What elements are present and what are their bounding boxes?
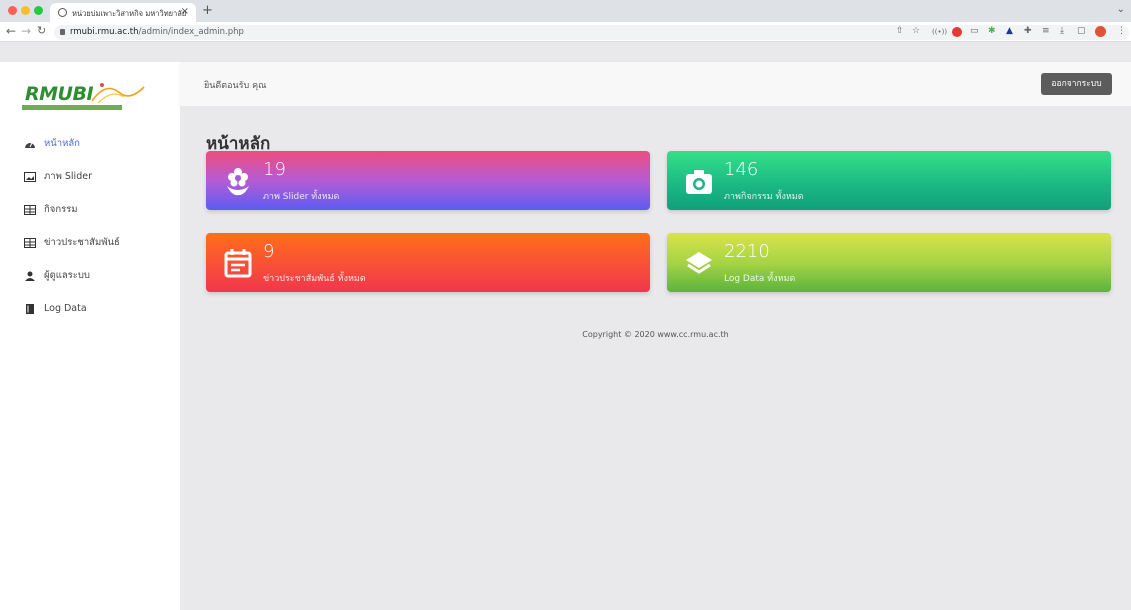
sidebar-item-label: หน้าหลัก [44, 138, 80, 149]
logout-button[interactable]: ออกจากระบบ [1041, 73, 1112, 95]
stat-count: 2210 [724, 241, 770, 262]
calendar-icon [224, 249, 252, 278]
reload-icon[interactable]: ↻ [37, 24, 46, 37]
sidebar-item-label: กิจกรรม [44, 204, 78, 215]
stat-count: 19 [263, 159, 286, 180]
tab-search-chevron-icon[interactable]: ⌄ [1117, 4, 1125, 15]
stat-label: ภาพกิจกรรม ทั้งหมด [724, 192, 804, 202]
welcome-text: ยินดีตอนรับ คุณ [204, 81, 267, 91]
extension-icon[interactable]: ✱ [988, 26, 996, 36]
profile-avatar-icon[interactable] [1095, 26, 1106, 37]
adblock-icon[interactable] [952, 27, 962, 37]
top-bar: ยินดีตอนรับ คุณ ออกจากระบบ [180, 62, 1131, 106]
table-icon [24, 205, 36, 215]
sidebar-item-label: ภาพ Slider [44, 171, 92, 182]
stat-label: Log Data ทั้งหมด [724, 274, 796, 284]
sidebar-nav: หน้าหลัก ภาพ Slider กิจกรรม ข่าวประชาสัม… [0, 131, 180, 329]
reading-list-icon[interactable]: ≡ [1042, 26, 1050, 36]
browser-tab-bar: หน่วยบ่มเพาะวิสาหกิจ มหาวิทยาลัย × + ⌄ [0, 0, 1131, 22]
sidebar-item-label: Log Data [44, 303, 87, 314]
stat-count: 146 [724, 159, 759, 180]
new-tab-button[interactable]: + [202, 3, 213, 18]
close-window-button[interactable] [8, 6, 17, 15]
maximize-window-button[interactable] [34, 6, 43, 15]
stat-card-slider[interactable]: 19 ภาพ Slider ทั้งหมด [206, 151, 650, 210]
sidebar-item-admins[interactable]: ผู้ดูแลระบบ [0, 263, 180, 296]
layers-icon [686, 252, 712, 274]
stat-card-log-data[interactable]: 2210 Log Data ทั้งหมด [667, 233, 1111, 292]
camera-icon [686, 170, 712, 194]
main-content: หน้าหลัก 19 ภาพ Slider ทั้งหมด 146 ภาพกิ… [180, 106, 1131, 610]
url-host: rmubi.rmu.ac.th [70, 27, 139, 37]
browser-tab[interactable]: หน่วยบ่มเพาะวิสาหกิจ มหาวิทยาลัย × [50, 3, 196, 22]
image-icon [24, 172, 36, 182]
side-panel-icon[interactable]: ▢ [1077, 26, 1086, 36]
kebab-menu-icon[interactable]: ⋮ [1117, 26, 1126, 36]
stat-card-news[interactable]: 9 ข่าวประชาสัมพันธ์ ทั้งหมด [206, 233, 650, 292]
close-tab-button[interactable]: × [181, 6, 189, 17]
stat-count: 9 [263, 241, 275, 262]
share-icon[interactable]: ⇧ [896, 26, 904, 36]
sidebar-item-activities[interactable]: กิจกรรม [0, 197, 180, 230]
download-icon[interactable]: ⤓ [1060, 26, 1064, 36]
sidebar-item-news[interactable]: ข่าวประชาสัมพันธ์ [0, 230, 180, 263]
sidebar-item-label: ผู้ดูแลระบบ [44, 270, 90, 281]
user-icon [25, 271, 35, 281]
lock-icon [60, 29, 65, 35]
forward-arrow-icon[interactable]: → [21, 24, 31, 38]
logo-text: RMUBI [25, 83, 94, 105]
sidebar-item-label: ข่าวประชาสัมพันธ์ [44, 237, 120, 248]
logo-swoosh-icon [91, 83, 145, 104]
extension-icon[interactable]: ▭ [970, 26, 979, 36]
footer-copyright: Copyright © 2020 www.cc.rmu.ac.th [582, 330, 729, 339]
sidebar-item-log-data[interactable]: Log Data [0, 296, 180, 329]
stat-label: ภาพ Slider ทั้งหมด [263, 192, 340, 202]
logo[interactable]: RMUBI [22, 77, 152, 111]
stat-label: ข่าวประชาสัมพันธ์ ทั้งหมด [263, 274, 366, 284]
stat-card-activities[interactable]: 146 ภาพกิจกรรม ทั้งหมด [667, 151, 1111, 210]
table-icon [24, 238, 36, 248]
book-icon [26, 304, 34, 314]
extension-icon[interactable]: ▲ [1006, 26, 1013, 36]
browser-address-bar: ← → ↻ rmubi.rmu.ac.th/admin/index_admin.… [0, 22, 1131, 42]
sidebar-item-home[interactable]: หน้าหลัก [0, 131, 180, 164]
bookmark-star-icon[interactable]: ☆ [912, 26, 920, 36]
extension-icon[interactable]: ((•)) [932, 28, 947, 36]
sidebar: RMUBI หน้าหลัก ภาพ Slider กิจกรรม ข่าวปร… [0, 62, 180, 610]
url-field[interactable]: rmubi.rmu.ac.th/admin/index_admin.php [54, 25, 1129, 40]
dashboard-icon [25, 142, 35, 148]
sidebar-item-slider[interactable]: ภาพ Slider [0, 164, 180, 197]
tab-title: หน่วยบ่มเพาะวิสาหกิจ มหาวิทยาลัย [72, 9, 187, 18]
url-path: /admin/index_admin.php [138, 27, 244, 37]
globe-icon [58, 8, 67, 17]
flower-icon [227, 168, 249, 196]
puzzle-icon[interactable]: ✚ [1024, 26, 1032, 36]
back-arrow-icon[interactable]: ← [6, 24, 16, 38]
minimize-window-button[interactable] [21, 6, 30, 15]
